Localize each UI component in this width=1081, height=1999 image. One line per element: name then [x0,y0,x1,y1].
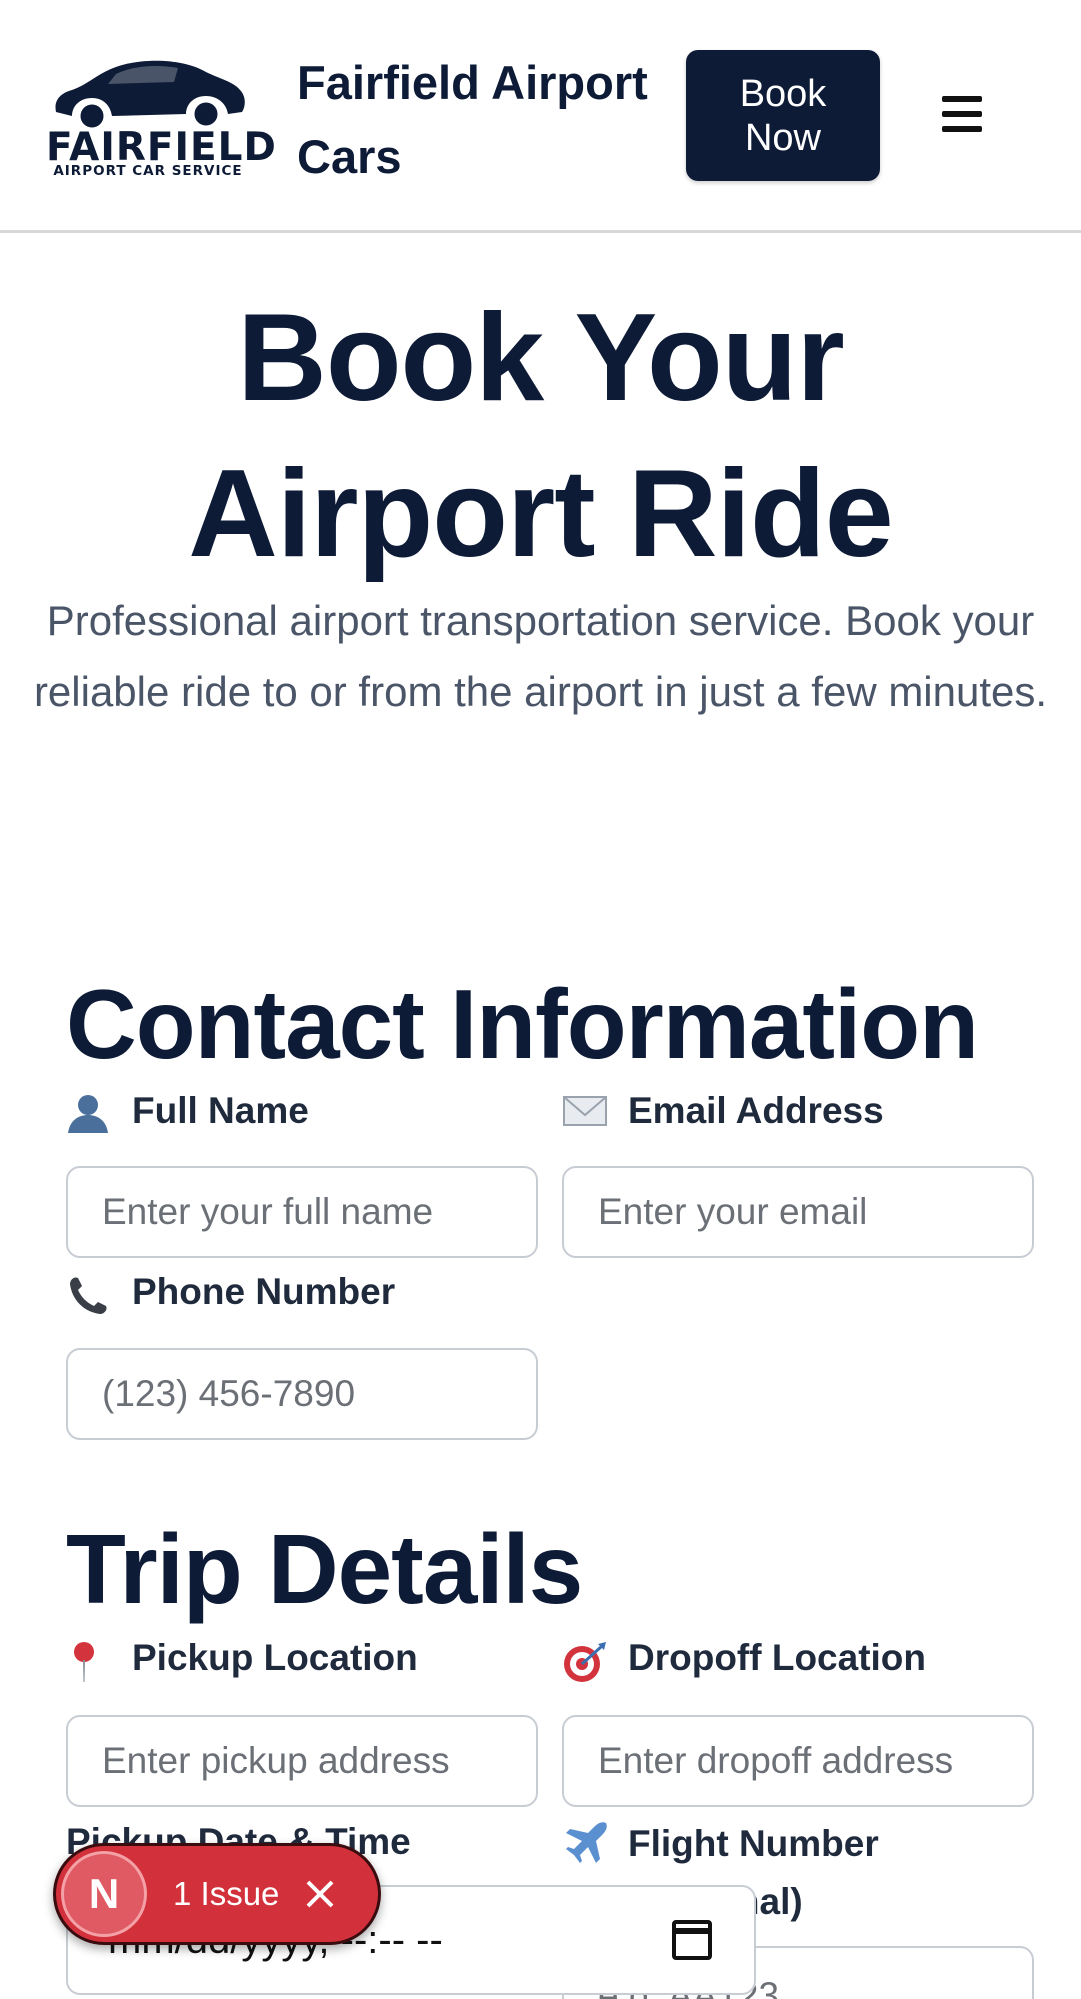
car-icon [55,60,245,130]
full-name-label: Full Name [66,1089,536,1133]
full-name-input[interactable] [66,1166,538,1258]
brand-name[interactable]: Fairfield Airport Cars [297,46,677,194]
page-subtitle: Professional airport transportation serv… [33,597,1048,715]
pin-icon [66,1636,132,1682]
site-header: FAIRFIELD AIRPORT CAR SERVICE Fairfield … [0,0,1081,233]
close-icon[interactable] [305,1879,335,1909]
issue-badge[interactable]: N 1 Issue [53,1843,381,1945]
email-label: Email Address [562,1089,1032,1133]
dropoff-input[interactable] [562,1715,1034,1807]
hamburger-menu-icon[interactable] [938,96,990,140]
target-icon [562,1636,628,1684]
person-icon [66,1089,132,1133]
phone-input[interactable] [66,1348,538,1440]
email-input[interactable] [562,1166,1034,1258]
logo-tagline: AIRPORT CAR SERVICE [53,163,243,179]
envelope-icon [562,1089,628,1129]
book-now-label: Book Now [739,72,827,159]
contact-section-title: Contact Information [66,969,979,1079]
phone-label: Phone Number [66,1270,536,1314]
phone-icon [66,1270,132,1314]
issue-logo-icon: N [61,1851,147,1937]
logo-wordmark: FAIRFIELD [46,125,277,170]
issue-count: 1 Issue [173,1875,280,1912]
pickup-input[interactable] [66,1715,538,1807]
calendar-icon[interactable] [672,1920,712,1960]
dropoff-label: Dropoff Location [562,1636,1032,1684]
book-now-button[interactable]: Book Now [686,50,880,181]
page-title: Book Your Airport Ride [188,289,893,583]
logo[interactable]: FAIRFIELD AIRPORT CAR SERVICE [46,50,277,185]
pickup-label: Pickup Location [66,1636,536,1682]
airplane-icon [562,1815,628,1867]
trip-section-title: Trip Details [66,1514,583,1624]
